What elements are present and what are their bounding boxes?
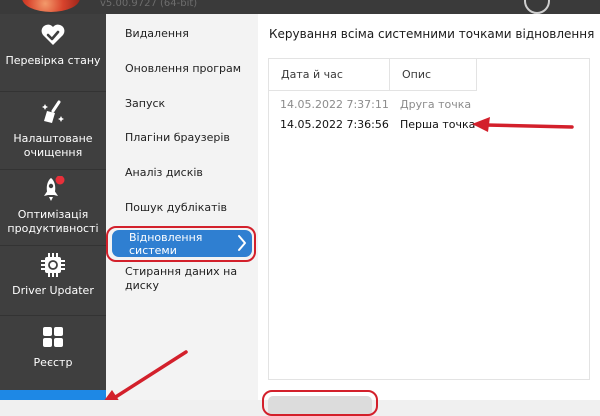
annotation-arrows xyxy=(104,117,574,400)
arrow-to-first-point xyxy=(472,117,574,132)
arrow-to-left-nav xyxy=(104,350,188,400)
